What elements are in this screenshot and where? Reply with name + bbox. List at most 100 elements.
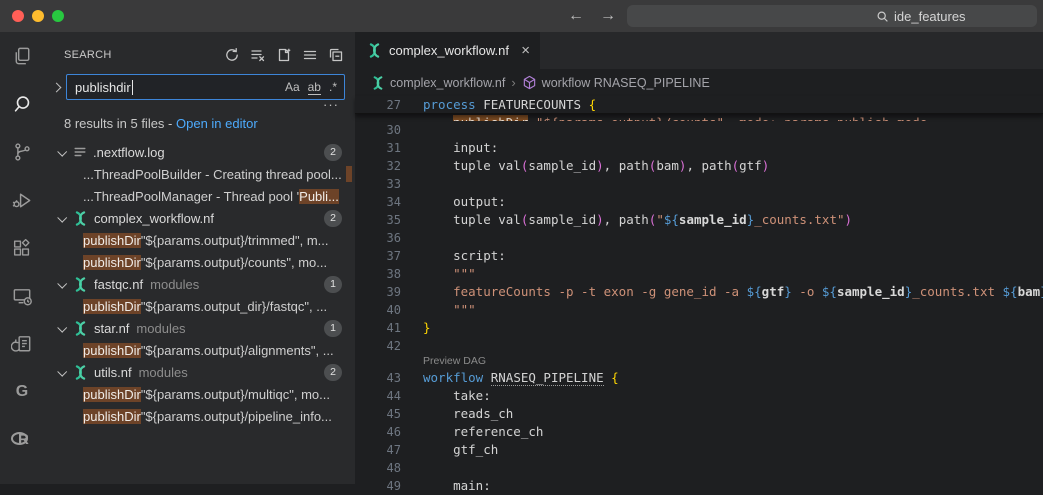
- activitybar-extensions[interactable]: [0, 224, 44, 272]
- whole-word-button[interactable]: ab: [308, 80, 321, 95]
- match-case-button[interactable]: Aa: [285, 80, 300, 94]
- code-line[interactable]: 44 take:: [355, 387, 1043, 405]
- code-line[interactable]: 45 reads_ch: [355, 405, 1043, 423]
- breadcrumb-symbol[interactable]: workflow RNASEQ_PIPELINE: [522, 75, 710, 90]
- code-content: }: [423, 319, 1043, 337]
- log-file-icon: [73, 145, 87, 159]
- code-line[interactable]: 42: [355, 337, 1043, 355]
- file-name: .nextflow.log: [93, 145, 165, 160]
- regex-button[interactable]: .*: [329, 80, 337, 94]
- activitybar-remote-explorer[interactable]: [0, 272, 44, 320]
- symbol-workflow-icon: [522, 75, 537, 90]
- activitybar-r-language[interactable]: R: [0, 416, 44, 464]
- code-line[interactable]: 37 script:: [355, 247, 1043, 265]
- code-line[interactable]: 40 """: [355, 301, 1043, 319]
- search-result-match-row[interactable]: ...ThreadPoolManager - Thread pool 'Publ…: [44, 185, 355, 207]
- code-token: """: [423, 302, 476, 317]
- close-tab-icon[interactable]: ×: [521, 42, 530, 59]
- chevron-down-icon[interactable]: [57, 146, 67, 156]
- code-editor[interactable]: 27process FEATURECOUNTS { publishDir "${…: [355, 96, 1043, 495]
- search-result-file-row[interactable]: .nextflow.log 2: [44, 141, 355, 163]
- search-result-file-row[interactable]: utils.nfmodules2: [44, 361, 355, 383]
- code-token: """: [423, 266, 476, 281]
- debug-icon: [11, 189, 34, 212]
- view-as-list-icon[interactable]: [300, 46, 319, 65]
- activitybar-source-control[interactable]: [0, 128, 44, 176]
- search-result-match-row[interactable]: publishDir "${params.output}/pipeline_in…: [44, 405, 355, 427]
- code-line[interactable]: 32 tuple val(sample_id), path(bam), path…: [355, 157, 1043, 175]
- activitybar-gitlens[interactable]: G: [0, 368, 44, 416]
- code-token: tuple val: [423, 158, 521, 173]
- chevron-down-icon[interactable]: [57, 366, 67, 376]
- code-content: script:: [423, 247, 1043, 265]
- code-line[interactable]: 33: [355, 175, 1043, 193]
- tab-complex-workflow[interactable]: complex_workflow.nf ×: [355, 32, 540, 69]
- open-new-search-editor-icon[interactable]: [274, 46, 293, 65]
- codelens-preview-dag[interactable]: Preview DAG: [355, 355, 1043, 369]
- back-arrow-icon[interactable]: ←: [566, 7, 586, 25]
- code-line[interactable]: 38 """: [355, 265, 1043, 283]
- match-count-badge: 2: [324, 144, 342, 161]
- activitybar-more[interactable]: [0, 464, 44, 484]
- search-input[interactable]: publishdir Aa ab .*: [66, 74, 345, 100]
- search-result-match-row[interactable]: publishDir "${params.output}/multiqc", m…: [44, 383, 355, 405]
- results-summary: 8 results in 5 files - Open in editor: [64, 116, 355, 134]
- toggle-search-details-button[interactable]: ···: [44, 100, 355, 113]
- close-window-button[interactable]: [12, 10, 24, 22]
- code-line[interactable]: 31 input:: [355, 139, 1043, 157]
- match-highlight: publishDir: [83, 233, 141, 248]
- document-sync-icon: [11, 333, 34, 356]
- match-text: "${params.output}/trimmed", m...: [141, 233, 329, 248]
- search-result-match-row[interactable]: ...ThreadPoolBuilder - Creating thread p…: [44, 163, 355, 185]
- chevron-down-icon[interactable]: [57, 212, 67, 222]
- search-result-file-row[interactable]: fastqc.nfmodules1: [44, 273, 355, 295]
- sticky-scroll-line[interactable]: 27process FEATURECOUNTS {: [355, 96, 1043, 114]
- collapse-all-icon[interactable]: [326, 46, 345, 65]
- code-line[interactable]: 39 featureCounts -p -t exon -g gene_id -…: [355, 283, 1043, 301]
- open-in-editor-link[interactable]: Open in editor: [176, 116, 258, 131]
- search-result-match-row[interactable]: publishDir "${params.output}/alignments"…: [44, 339, 355, 361]
- code-line[interactable]: 48: [355, 459, 1043, 477]
- panel-title: SEARCH: [64, 49, 112, 61]
- search-result-match-row[interactable]: publishDir "${params.output_dir}/fastqc"…: [44, 295, 355, 317]
- activitybar-run-debug[interactable]: [0, 176, 44, 224]
- file-name: utils.nf: [94, 365, 132, 380]
- activitybar-search[interactable]: [0, 80, 44, 128]
- code-content: """: [423, 301, 1043, 319]
- code-line[interactable]: 36: [355, 229, 1043, 247]
- code-line[interactable]: 47 gtf_ch: [355, 441, 1043, 459]
- activitybar-explorer[interactable]: [0, 32, 44, 80]
- search-result-match-row[interactable]: publishDir "${params.output}/trimmed", m…: [44, 229, 355, 251]
- toggle-replace-chevron-icon[interactable]: [52, 82, 62, 92]
- r-language-icon: R: [11, 430, 33, 450]
- code-content: [423, 459, 1043, 477]
- code-line[interactable]: 41}: [355, 319, 1043, 337]
- refresh-icon[interactable]: [222, 46, 241, 65]
- search-result-file-row[interactable]: complex_workflow.nf2: [44, 207, 355, 229]
- code-line[interactable]: 43workflow RNASEQ_PIPELINE {: [355, 369, 1043, 387]
- line-number: 34: [355, 193, 401, 211]
- zoom-window-button[interactable]: [52, 10, 64, 22]
- code-line[interactable]: 34 output:: [355, 193, 1043, 211]
- minimize-window-button[interactable]: [32, 10, 44, 22]
- code-line[interactable]: 49 main:: [355, 477, 1043, 495]
- code-content: reads_ch: [423, 405, 1043, 423]
- code-token: reads_ch: [423, 406, 513, 421]
- match-count-badge: 2: [324, 210, 342, 227]
- forward-arrow-icon[interactable]: →: [598, 7, 618, 25]
- line-number: 30: [355, 121, 401, 139]
- search-result-match-row[interactable]: publishDir "${params.output}/counts", mo…: [44, 251, 355, 273]
- activitybar-document-sync[interactable]: [0, 320, 44, 368]
- line-number: 35: [355, 211, 401, 229]
- breadcrumb-file[interactable]: complex_workflow.nf: [371, 76, 505, 90]
- chevron-down-icon[interactable]: [57, 322, 67, 332]
- code-line[interactable]: 30: [355, 121, 1043, 139]
- partially-scrolled-line[interactable]: publishDir "${params.output}/counts", mo…: [355, 114, 1043, 121]
- command-center-search[interactable]: ide_features: [627, 5, 1037, 27]
- code-line[interactable]: 35 tuple val(sample_id), path("${sample_…: [355, 211, 1043, 229]
- code-line[interactable]: 46 reference_ch: [355, 423, 1043, 441]
- search-result-file-row[interactable]: star.nfmodules1: [44, 317, 355, 339]
- clear-search-results-icon[interactable]: [248, 46, 267, 65]
- chevron-down-icon[interactable]: [57, 278, 67, 288]
- code-token: sample_id: [679, 212, 747, 227]
